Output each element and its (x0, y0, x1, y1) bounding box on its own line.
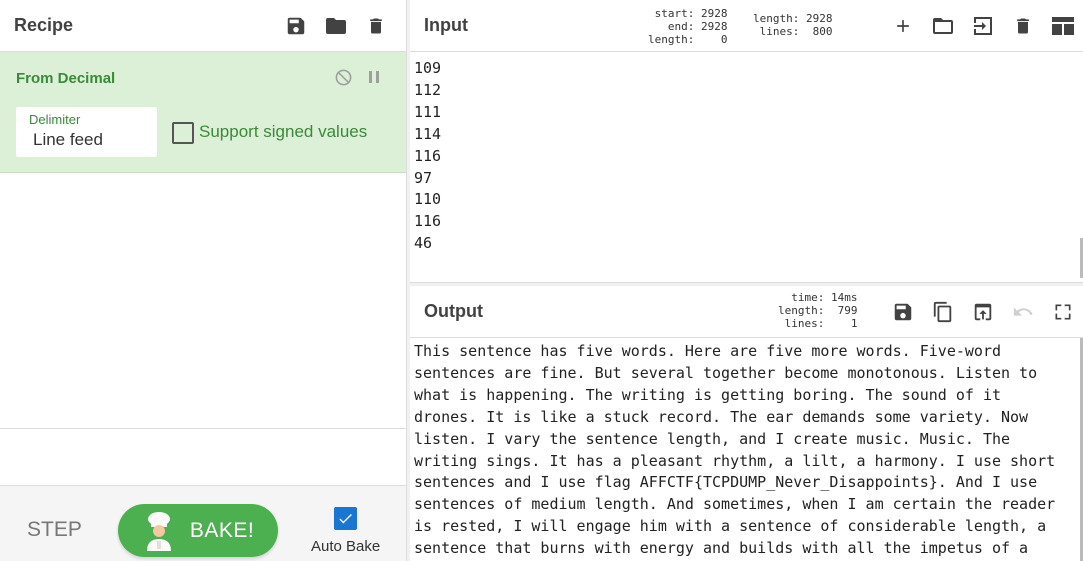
clear-input-button[interactable] (1003, 6, 1043, 46)
reset-layout-button[interactable] (1043, 6, 1083, 46)
layout-icon (1052, 17, 1074, 35)
recipe-pane: Recipe From Decimal Delimiter Line feed … (0, 0, 406, 561)
output-line: writing sings. It has a pleasant rhythm,… (414, 451, 1056, 470)
output-header: Output time: 14ms length: 799 lines: 1 (410, 286, 1083, 338)
recipe-drop-area (0, 173, 406, 428)
undo-button[interactable] (1003, 292, 1043, 332)
output-line: drones. It is like a stuck record. The e… (414, 407, 1029, 426)
output-line: sentences of medium length. And sometime… (414, 495, 1056, 514)
disable-icon (335, 69, 351, 85)
delimiter-value: Line feed (33, 130, 103, 149)
folder-open-icon (933, 18, 953, 34)
breakpoint-button[interactable] (362, 65, 386, 89)
fullscreen-icon (1055, 304, 1071, 320)
operation-name: From Decimal (16, 70, 116, 87)
input-selection-stats: start: 2928 end: 2928 length: 0 (648, 7, 728, 46)
replace-input-button[interactable] (963, 292, 1003, 332)
input-header: Input start: 2928 end: 2928 length: 0 le… (410, 0, 1083, 52)
output-textarea[interactable]: This sentence has five words. Here are f… (414, 341, 1055, 560)
input-line: 111 (414, 102, 442, 121)
plus-icon (897, 20, 909, 32)
input-line: 97 (414, 168, 433, 187)
save-output-button[interactable] (883, 292, 923, 332)
save-recipe-button[interactable] (276, 6, 316, 46)
add-input-tab-button[interactable] (883, 6, 923, 46)
disable-operation-button[interactable] (331, 65, 355, 89)
output-stats: time: 14ms length: 799 lines: 1 (778, 291, 858, 330)
input-length-stats: length: 2928 lines: 800 (753, 12, 833, 38)
bake-controls: STEP BAKE! Auto Bake (0, 485, 406, 561)
output-line: is rested, I will engage him with a sent… (414, 517, 1047, 536)
output-line: sentence that burns with energy and buil… (414, 539, 1029, 558)
undo-icon (1013, 307, 1033, 316)
output-pane: Output time: 14ms length: 799 lines: 1 T… (410, 286, 1083, 561)
save-icon (894, 303, 912, 321)
chef-icon (146, 511, 171, 551)
output-line: listen. I vary the sentence length, and … (414, 429, 1011, 448)
auto-bake-label[interactable]: Auto Bake (311, 538, 380, 555)
recipe-header: Recipe (0, 0, 406, 52)
copy-icon (933, 301, 952, 323)
checkmark-icon (339, 513, 352, 524)
input-file-icon (974, 17, 992, 35)
output-line: sentences are fine. But several together… (414, 363, 1038, 382)
save-icon (287, 17, 305, 35)
trash-icon (1017, 18, 1029, 34)
trash-icon (370, 18, 382, 34)
open-file-button[interactable] (963, 6, 1003, 46)
input-pane: Input start: 2928 end: 2928 length: 0 le… (410, 0, 1083, 282)
input-textarea[interactable]: 109 112 111 114 116 97 110 116 46 (414, 58, 441, 255)
input-line: 110 (414, 190, 442, 209)
folder-icon (326, 18, 346, 34)
delimiter-select[interactable]: Delimiter Line feed (16, 107, 157, 157)
signed-values-label[interactable]: Support signed values (199, 122, 367, 142)
input-line: 116 (414, 146, 442, 165)
input-title: Input (424, 15, 468, 35)
copy-output-button[interactable] (923, 292, 963, 332)
open-folder-button[interactable] (923, 6, 963, 46)
input-line: 116 (414, 212, 442, 231)
step-button[interactable]: STEP (27, 518, 82, 542)
load-recipe-button[interactable] (316, 6, 356, 46)
signed-values-checkbox[interactable] (172, 122, 194, 144)
recipe-title: Recipe (14, 15, 74, 35)
output-line: This sentence has five words. Here are f… (414, 342, 1001, 360)
output-line: sentences and I use flag AFFCTF{TCPDUMP_… (414, 473, 1038, 492)
input-line: 109 (414, 59, 442, 77)
delimiter-label: Delimiter (29, 112, 81, 127)
bake-button[interactable]: BAKE! (118, 504, 278, 557)
auto-bake-checkbox[interactable] (334, 507, 357, 530)
operation-from-decimal[interactable]: From Decimal Delimiter Line feed Support… (0, 52, 406, 173)
maximise-output-button[interactable] (1043, 292, 1083, 332)
bake-label: BAKE! (189, 518, 255, 542)
clear-recipe-button[interactable] (356, 6, 396, 46)
controls-strip (0, 428, 406, 485)
output-line: what is happening. The writing is gettin… (414, 385, 1001, 404)
input-line: 112 (414, 80, 442, 99)
input-line: 46 (414, 234, 433, 253)
input-line: 114 (414, 124, 442, 143)
pause-icon (369, 71, 379, 83)
open-in-input-icon (974, 303, 992, 321)
output-title: Output (424, 301, 483, 321)
